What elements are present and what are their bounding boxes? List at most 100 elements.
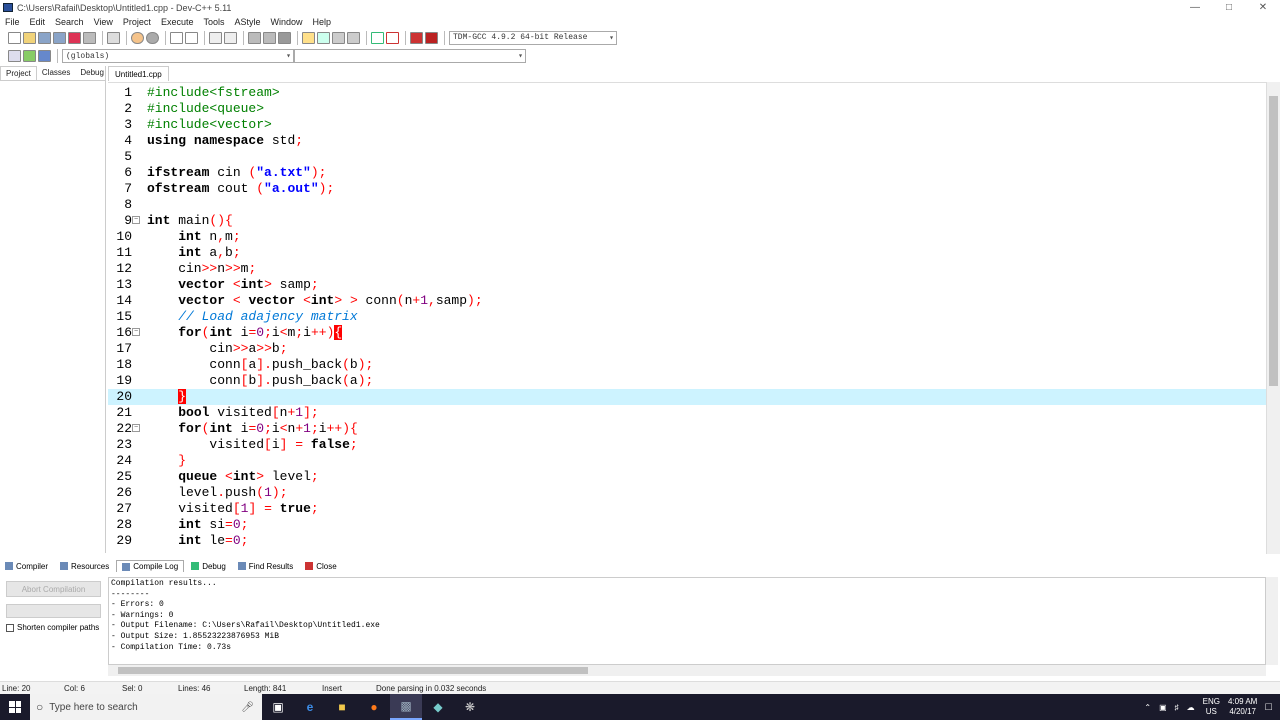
minimize-button[interactable]: — [1178, 0, 1212, 15]
code-line[interactable]: 2 #include<queue> [108, 101, 1266, 117]
menu-astyle[interactable]: AStyle [229, 17, 265, 27]
back-icon[interactable] [248, 31, 261, 44]
editor-vertical-scrollbar[interactable] [1266, 82, 1280, 554]
code-line[interactable]: 9 int main(){ [108, 213, 1266, 229]
code-line[interactable]: 17 cin>>a>>b; [108, 341, 1266, 357]
redo-icon[interactable] [146, 31, 159, 44]
code-line[interactable]: 10 int n,m; [108, 229, 1266, 245]
code-line[interactable]: 29 int le=0; [108, 533, 1266, 549]
cloud-icon[interactable]: ☁ [1187, 703, 1195, 712]
log-horizontal-scrollbar[interactable] [108, 665, 1266, 676]
tab-debug-bottom[interactable]: Debug [186, 561, 231, 572]
app-taskbar-icon[interactable]: ◆ [422, 694, 454, 720]
code-line[interactable]: 20 } [108, 389, 1266, 405]
code-line[interactable]: 23 visited[i] = false; [108, 437, 1266, 453]
start-button[interactable] [0, 694, 30, 720]
notifications-icon[interactable]: □ [1265, 701, 1272, 713]
edge-browser-icon[interactable]: e [294, 694, 326, 720]
rebuild-icon[interactable] [347, 31, 360, 44]
close-button[interactable]: ✕ [1246, 0, 1280, 15]
goto-line-icon[interactable] [224, 31, 237, 44]
fold-toggle-icon[interactable]: − [132, 216, 140, 224]
code-line[interactable]: 27 visited[1] = true; [108, 501, 1266, 517]
code-line[interactable]: 26 level.push(1); [108, 485, 1266, 501]
file-explorer-icon[interactable]: ■ [326, 694, 358, 720]
scrollbar-thumb[interactable] [1269, 96, 1278, 386]
debug-icon[interactable] [425, 31, 438, 44]
devcpp-taskbar-icon[interactable]: ▩ [390, 694, 422, 720]
volume-icon[interactable]: ♯ [1175, 703, 1179, 712]
menu-edit[interactable]: Edit [25, 17, 51, 27]
check-icon[interactable] [371, 31, 384, 44]
code-line[interactable]: 18 conn[a].push_back(b); [108, 357, 1266, 373]
project-options-icon[interactable] [317, 31, 330, 44]
code-line[interactable]: 19 conn[b].push_back(a); [108, 373, 1266, 389]
taskbar-search[interactable]: ○ Type here to search 🎤︎ [30, 694, 262, 720]
stop-icon[interactable] [386, 31, 399, 44]
compile-log-output[interactable]: Compilation results... -------- - Errors: … [108, 577, 1266, 665]
menu-view[interactable]: View [89, 17, 118, 27]
menu-execute[interactable]: Execute [156, 17, 199, 27]
code-line[interactable]: 5 [108, 149, 1266, 165]
menu-tools[interactable]: Tools [198, 17, 229, 27]
code-line[interactable]: 7 ofstream cout ("a.out"); [108, 181, 1266, 197]
close-all-icon[interactable] [83, 31, 96, 44]
microphone-icon[interactable]: 🎤︎ [241, 702, 254, 713]
code-line[interactable]: 22 for(int i=0;i<n+1;i++){ [108, 421, 1266, 437]
save-icon[interactable] [38, 31, 51, 44]
tab-find-results[interactable]: Find Results [233, 561, 298, 572]
firefox-icon[interactable]: ● [358, 694, 390, 720]
language-indicator[interactable]: ENG US [1203, 697, 1220, 717]
code-line[interactable]: 11 int a,b; [108, 245, 1266, 261]
scrollbar-thumb[interactable] [118, 667, 588, 674]
menu-help[interactable]: Help [308, 17, 337, 27]
maximize-button[interactable]: □ [1212, 0, 1246, 15]
code-line[interactable]: 4 using namespace std; [108, 133, 1266, 149]
chevron-up-icon[interactable]: ⌃ [1144, 703, 1151, 712]
code-line[interactable]: 6 ifstream cin ("a.txt"); [108, 165, 1266, 181]
menu-search[interactable]: Search [50, 17, 89, 27]
save-all-icon[interactable] [53, 31, 66, 44]
code-line[interactable]: 28 int si=0; [108, 517, 1266, 533]
menu-file[interactable]: File [0, 17, 25, 27]
open-file-icon[interactable] [23, 31, 36, 44]
menu-project[interactable]: Project [118, 17, 156, 27]
member-select[interactable]: ▾ [294, 49, 526, 63]
new-file-icon[interactable] [8, 31, 21, 44]
code-line[interactable]: 24 } [108, 453, 1266, 469]
tab-compile-log[interactable]: Compile Log [116, 560, 185, 572]
tab-classes[interactable]: Classes [37, 66, 75, 80]
find-icon[interactable] [170, 31, 183, 44]
code-line[interactable]: 25 queue <int> level; [108, 469, 1266, 485]
app-taskbar-icon-2[interactable]: ❋ [454, 694, 486, 720]
clock[interactable]: 4:09 AM 4/20/17 [1228, 697, 1257, 717]
scope-select[interactable]: (globals) ▾ [62, 49, 294, 63]
code-line[interactable]: 21 bool visited[n+1]; [108, 405, 1266, 421]
close-file-icon[interactable] [68, 31, 81, 44]
code-line[interactable]: 8 [108, 197, 1266, 213]
code-line[interactable]: 1 #include<fstream> [108, 85, 1266, 101]
tab-untitled1[interactable]: Untitled1.cpp [108, 66, 169, 81]
tab-resources[interactable]: Resources [55, 561, 114, 572]
new-project-icon[interactable] [302, 31, 315, 44]
code-line[interactable]: 3 #include<vector> [108, 117, 1266, 133]
tab-project[interactable]: Project [0, 66, 37, 80]
code-line[interactable]: 15 // Load adajency matrix [108, 309, 1266, 325]
compiler-select[interactable]: TDM-GCC 4.9.2 64-bit Release ▾ [449, 30, 617, 45]
code-line[interactable]: 14 vector < vector <int> > conn(n+1,samp… [108, 293, 1266, 309]
shorten-paths-checkbox[interactable] [6, 623, 14, 632]
network-icon[interactable]: ▣ [1159, 703, 1167, 712]
chart-icon[interactable] [410, 31, 423, 44]
code-line[interactable]: 16 for(int i=0;i<m;i++){ [108, 325, 1266, 341]
code-editor[interactable]: 1 #include<fstream> 2 #include<queue> 3 #incl… [108, 82, 1266, 554]
tab-debug[interactable]: Debug [75, 66, 109, 80]
indent-icon[interactable] [209, 31, 222, 44]
bookmark-icon[interactable] [278, 31, 291, 44]
log-vertical-scrollbar[interactable] [1266, 577, 1278, 665]
replace-icon[interactable] [185, 31, 198, 44]
fold-toggle-icon[interactable]: − [132, 424, 140, 432]
tab-close[interactable]: Close [300, 561, 341, 572]
undo-icon[interactable] [131, 31, 144, 44]
code-line[interactable]: 12 cin>>n>>m; [108, 261, 1266, 277]
menu-window[interactable]: Window [266, 17, 308, 27]
